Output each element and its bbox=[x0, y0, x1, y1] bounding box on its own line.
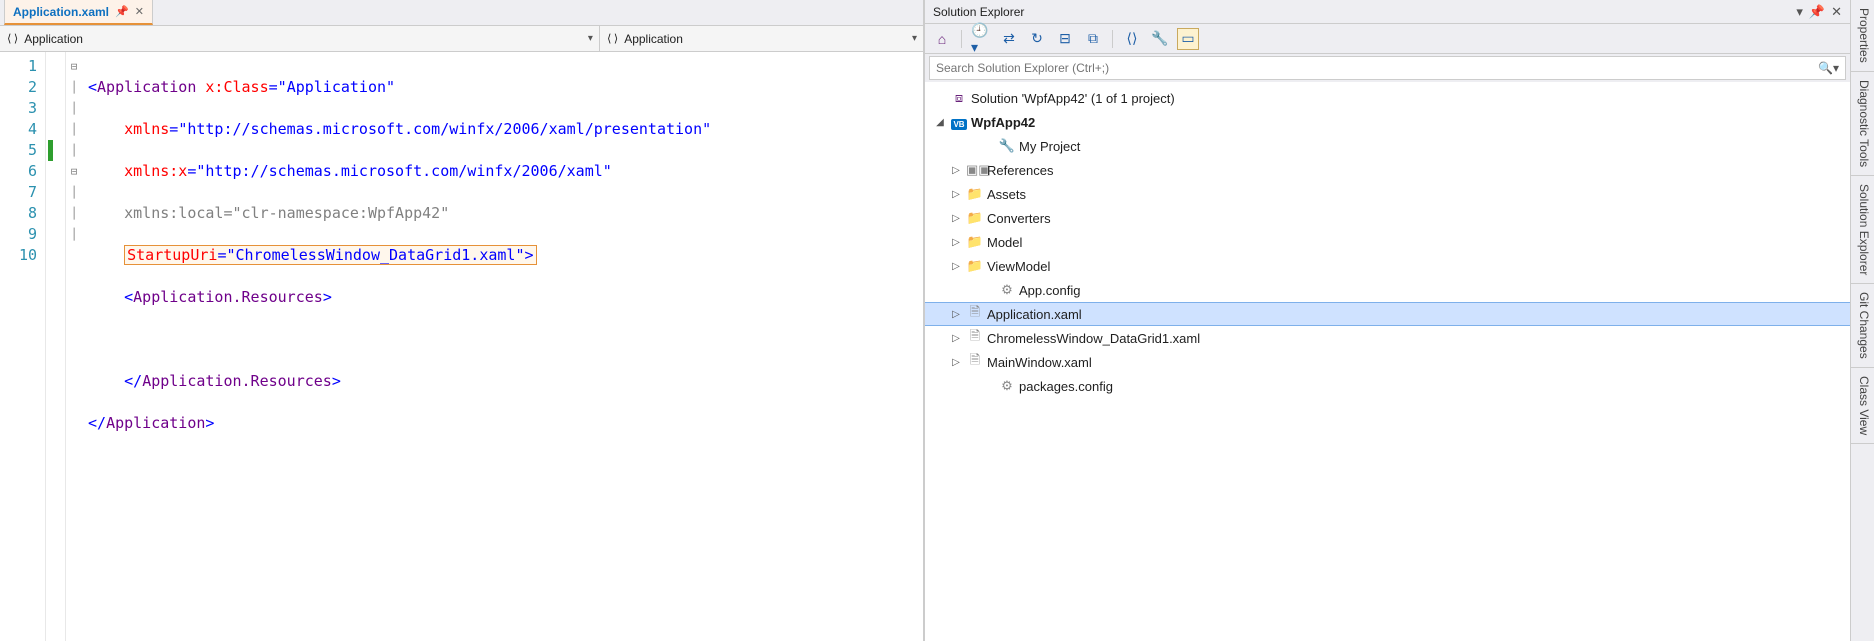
pin-icon[interactable]: 📌 bbox=[115, 5, 129, 18]
pin-icon[interactable]: 📌 bbox=[1809, 4, 1825, 20]
expand-icon[interactable]: ▷ bbox=[949, 357, 963, 368]
xaml-file-icon: 🗎 bbox=[966, 327, 984, 349]
viewmodel-label: ViewModel bbox=[987, 259, 1050, 274]
viewmodel-folder[interactable]: ▷📁 ViewModel bbox=[925, 254, 1850, 278]
converters-label: Converters bbox=[987, 211, 1051, 226]
wrench-icon: 🔧 bbox=[998, 138, 1016, 154]
sync-icon[interactable]: ⇄ bbox=[998, 28, 1020, 50]
converters-folder[interactable]: ▷📁 Converters bbox=[925, 206, 1850, 230]
scope-right-label: Application bbox=[624, 32, 683, 46]
history-back-icon[interactable]: 🕘▾ bbox=[970, 28, 992, 50]
solution-root-label: Solution 'WpfApp42' (1 of 1 project) bbox=[971, 91, 1175, 106]
scope-dropdown-right[interactable]: ⟨⟩ Application ▾ bbox=[600, 26, 923, 51]
refresh-icon[interactable]: ↻ bbox=[1026, 28, 1048, 50]
solution-explorer-title: Solution Explorer bbox=[933, 5, 1024, 19]
chromeless-file[interactable]: ▷🗎 ChromelessWindow_DataGrid1.xaml bbox=[925, 326, 1850, 350]
project-node[interactable]: ◢ VB WpfApp42 bbox=[925, 110, 1850, 134]
editor-tabs-row: Application.xaml 📌 ✕ bbox=[0, 0, 923, 26]
home-icon[interactable]: ⌂ bbox=[931, 28, 953, 50]
mainwindow-label: MainWindow.xaml bbox=[987, 355, 1092, 370]
expand-icon[interactable]: ▷ bbox=[949, 237, 963, 248]
line-number-gutter: 1 2 3 4 5 6 7 8 9 10 bbox=[0, 52, 46, 641]
code-braces-icon: ⟨⟩ bbox=[6, 32, 19, 45]
expand-icon[interactable]: ▷ bbox=[949, 189, 963, 200]
config-file-icon: ⚙ bbox=[998, 378, 1016, 394]
close-icon[interactable]: ✕ bbox=[1831, 4, 1842, 20]
folding-gutter[interactable]: ⊟││││⊟│││ bbox=[66, 52, 82, 641]
show-all-files-icon[interactable]: ⧉ bbox=[1082, 28, 1104, 50]
change-marks bbox=[46, 52, 66, 641]
folder-icon: 📁 bbox=[966, 186, 984, 202]
app-config-file[interactable]: ⚙ App.config bbox=[925, 278, 1850, 302]
packages-config-file[interactable]: ⚙ packages.config bbox=[925, 374, 1850, 398]
vb-project-icon: VB bbox=[950, 115, 968, 130]
code-content[interactable]: <Application x:Class="Application" xmlns… bbox=[82, 52, 923, 641]
modified-line-mark bbox=[48, 140, 53, 161]
my-project-label: My Project bbox=[1019, 139, 1080, 154]
editor-dropdown-row: ⟨⟩ Application ▾ ⟨⟩ Application ▾ bbox=[0, 26, 923, 52]
solution-icon: ⧈ bbox=[950, 90, 968, 106]
application-xaml-label: Application.xaml bbox=[987, 307, 1082, 322]
expand-icon[interactable]: ▷ bbox=[949, 261, 963, 272]
references-label: References bbox=[987, 163, 1053, 178]
collapse-all-icon[interactable]: ⊟ bbox=[1054, 28, 1076, 50]
model-folder[interactable]: ▷📁 Model bbox=[925, 230, 1850, 254]
expand-icon[interactable]: ◢ bbox=[933, 117, 947, 128]
editor-panel: Application.xaml 📌 ✕ ⟨⟩ Application ▾ ⟨⟩… bbox=[0, 0, 924, 641]
assets-folder[interactable]: ▷📁 Assets bbox=[925, 182, 1850, 206]
expand-icon[interactable]: ▷ bbox=[949, 165, 963, 176]
folder-icon: 📁 bbox=[966, 258, 984, 274]
references-node[interactable]: ▷▣▣ References bbox=[925, 158, 1850, 182]
solution-tree[interactable]: ⧈ Solution 'WpfApp42' (1 of 1 project) ◢… bbox=[925, 82, 1850, 641]
xaml-file-icon: 🗎 bbox=[966, 303, 984, 325]
model-label: Model bbox=[987, 235, 1022, 250]
solution-explorer-titlebar: Solution Explorer ▾ 📌 ✕ bbox=[925, 0, 1850, 24]
chevron-down-icon: ▾ bbox=[588, 33, 593, 44]
tab-solution-explorer[interactable]: Solution Explorer bbox=[1851, 176, 1874, 284]
view-code-icon[interactable]: ⟨⟩ bbox=[1121, 28, 1143, 50]
window-dropdown-icon[interactable]: ▾ bbox=[1796, 4, 1803, 20]
preview-selected-icon[interactable]: ▭ bbox=[1177, 28, 1199, 50]
expand-icon[interactable]: ▷ bbox=[949, 213, 963, 224]
scope-left-label: Application bbox=[24, 32, 83, 46]
solution-explorer-panel: Solution Explorer ▾ 📌 ✕ ⌂ 🕘▾ ⇄ ↻ ⊟ ⧉ ⟨⟩ … bbox=[924, 0, 1850, 641]
search-icon[interactable]: 🔍▾ bbox=[1818, 61, 1839, 75]
app-config-label: App.config bbox=[1019, 283, 1080, 298]
code-editor[interactable]: 1 2 3 4 5 6 7 8 9 10 ⊟││││⊟│││ <Applicat… bbox=[0, 52, 923, 641]
references-icon: ▣▣ bbox=[966, 162, 984, 178]
tab-diagnostic-tools[interactable]: Diagnostic Tools bbox=[1851, 72, 1874, 176]
application-xaml-file[interactable]: ▷🗎 Application.xaml bbox=[925, 302, 1850, 326]
properties-icon[interactable]: 🔧 bbox=[1149, 28, 1171, 50]
right-side-tabs: Properties Diagnostic Tools Solution Exp… bbox=[1850, 0, 1874, 641]
scope-dropdown-left[interactable]: ⟨⟩ Application ▾ bbox=[0, 26, 600, 51]
chevron-down-icon: ▾ bbox=[912, 33, 917, 44]
my-project-node[interactable]: 🔧 My Project bbox=[925, 134, 1850, 158]
packages-label: packages.config bbox=[1019, 379, 1113, 394]
tab-class-view[interactable]: Class View bbox=[1851, 368, 1874, 444]
highlighted-startup-uri: StartupUri="ChromelessWindow_DataGrid1.x… bbox=[124, 245, 536, 265]
chromeless-label: ChromelessWindow_DataGrid1.xaml bbox=[987, 331, 1200, 346]
solution-root[interactable]: ⧈ Solution 'WpfApp42' (1 of 1 project) bbox=[925, 86, 1850, 110]
solution-explorer-search[interactable]: 🔍▾ bbox=[929, 56, 1846, 80]
config-file-icon: ⚙ bbox=[998, 282, 1016, 298]
file-tab-label: Application.xaml bbox=[13, 5, 109, 19]
folder-icon: 📁 bbox=[966, 234, 984, 250]
solution-explorer-toolbar: ⌂ 🕘▾ ⇄ ↻ ⊟ ⧉ ⟨⟩ 🔧 ▭ bbox=[925, 24, 1850, 54]
code-braces-icon: ⟨⟩ bbox=[606, 32, 619, 45]
assets-label: Assets bbox=[987, 187, 1026, 202]
close-icon[interactable]: ✕ bbox=[135, 5, 144, 18]
tab-properties[interactable]: Properties bbox=[1851, 0, 1874, 72]
search-input[interactable] bbox=[936, 61, 1818, 75]
folder-icon: 📁 bbox=[966, 210, 984, 226]
mainwindow-file[interactable]: ▷🗎 MainWindow.xaml bbox=[925, 350, 1850, 374]
expand-icon[interactable]: ▷ bbox=[949, 333, 963, 344]
file-tab-application-xaml[interactable]: Application.xaml 📌 ✕ bbox=[4, 0, 153, 25]
tab-git-changes[interactable]: Git Changes bbox=[1851, 284, 1874, 368]
xaml-file-icon: 🗎 bbox=[966, 351, 984, 373]
project-label: WpfApp42 bbox=[971, 115, 1035, 130]
expand-icon[interactable]: ▷ bbox=[949, 309, 963, 320]
